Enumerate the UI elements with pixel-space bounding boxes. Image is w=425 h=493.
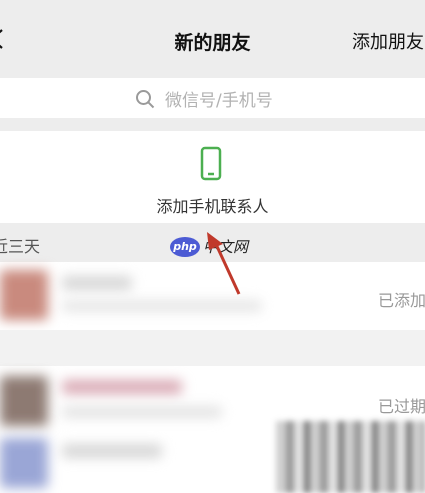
search-icon [136,89,155,108]
add-phone-contacts-label: 添加手机联系人 [156,197,269,216]
avatar [0,438,48,488]
add-phone-contacts-button[interactable]: 添加手机联系人 [0,131,425,223]
pixelated-region [276,421,425,493]
add-friend-button[interactable]: 添加朋友 [352,28,424,54]
blurred-name [62,380,182,394]
section-label-recent: 近三天 [0,237,41,256]
row-divider [0,330,425,366]
blurred-message [62,300,262,312]
search-placeholder: 微信号/手机号 [165,91,273,111]
status-expired: 已过期 [378,397,425,416]
avatar [0,270,48,320]
status-added: 已添加 [378,291,425,310]
phone-icon [200,146,222,181]
annotation-arrow-icon [207,232,241,295]
blurred-name [62,276,132,290]
search-bar[interactable]: 微信号/手机号 [0,78,425,118]
blurred-message [62,406,222,418]
avatar [0,376,48,426]
top-bar: 新的朋友 添加朋友 [0,0,425,80]
blurred-name [62,444,162,458]
